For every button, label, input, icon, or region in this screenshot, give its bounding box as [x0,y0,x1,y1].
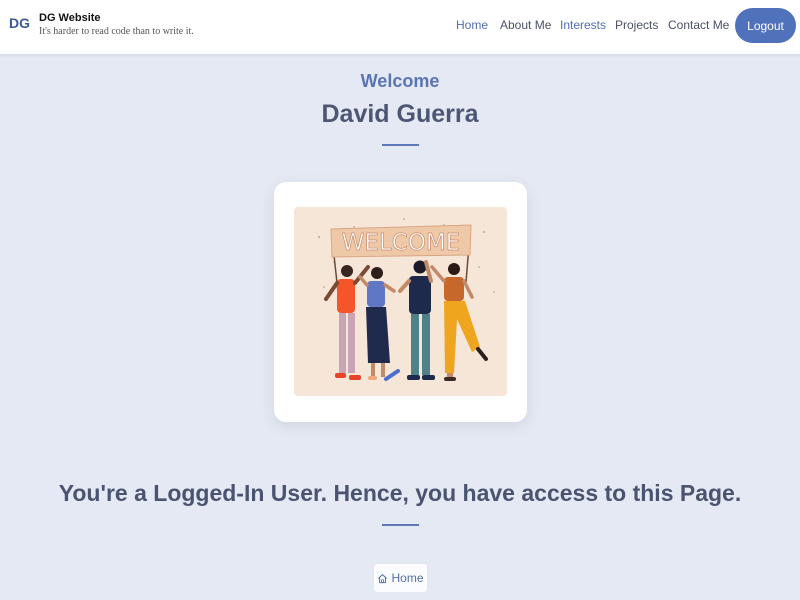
banner-text: WELCOME [342,230,461,256]
nav-about-me[interactable]: About Me [500,18,551,32]
title-divider [382,144,419,146]
user-name: David Guerra [321,100,479,128]
nav-home[interactable]: Home [456,18,488,32]
brand-tagline: It's harder to read code than to write i… [39,26,194,37]
home-button-label: Home [391,571,424,585]
person-1 [324,265,370,380]
person-2 [358,267,400,381]
home-icon [378,573,388,583]
nav-contact-me[interactable]: Contact Me [668,18,729,32]
welcome-people-illustration: WELCOME [317,218,495,381]
dg-logo-icon: DG [9,15,30,31]
message-divider [382,524,419,526]
welcome-label: Welcome [360,71,440,91]
nav-projects[interactable]: Projects [615,18,658,32]
home-button[interactable]: Home [373,563,428,593]
welcome-image-card: WELCOME [274,182,527,422]
access-message: You're a Logged-In User. Hence, you have… [58,480,742,506]
top-navbar: DG DG Website It's harder to read code t… [0,0,800,54]
person-3 [398,260,435,380]
nav-interests[interactable]: Interests [560,18,606,32]
brand-title: DG Website [39,12,101,24]
svg-text:DG: DG [9,15,30,31]
logout-button[interactable]: Logout [735,8,796,43]
person-4 [430,263,488,381]
brand[interactable]: DG DG Website It's harder to read code t… [9,11,194,38]
welcome-illustration: WELCOME [294,207,507,396]
